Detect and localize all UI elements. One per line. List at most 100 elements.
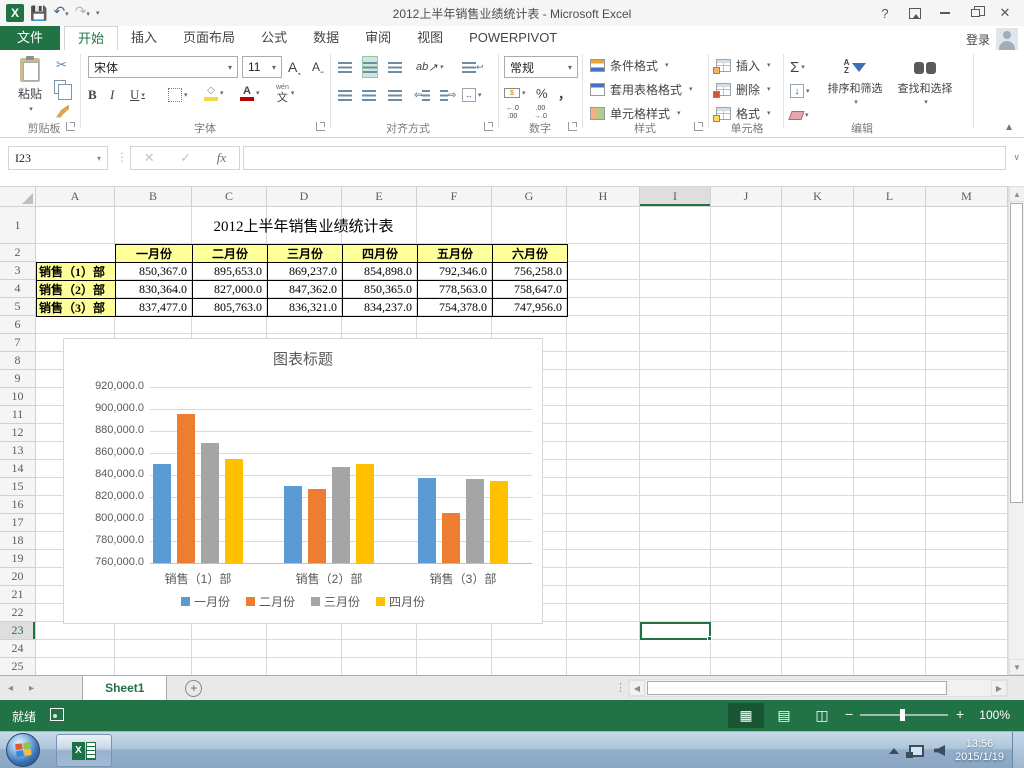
table-cell[interactable]: 756,258.0 [492, 262, 568, 281]
user-avatar[interactable] [996, 28, 1018, 50]
tab-scrollbar-splitter[interactable]: ⋮ [615, 681, 626, 694]
table-cell[interactable]: 847,362.0 [267, 280, 343, 299]
row-header-21[interactable]: 21 [0, 586, 36, 604]
table-cell[interactable]: 758,647.0 [492, 280, 568, 299]
insert-function-icon[interactable]: fx [217, 150, 226, 166]
phonetic-guide-button[interactable]: wén 文 ▾ [276, 82, 294, 104]
increase-font-size-button[interactable]: Aˎ [288, 56, 302, 78]
taskbar-clock[interactable]: 13:56 2015/1/19 [955, 738, 1008, 764]
underline-button[interactable]: U ▾ [130, 84, 145, 106]
hidden-icons-icon[interactable] [889, 747, 900, 754]
ribbon-tab-开始[interactable]: 开始 [64, 26, 119, 50]
number-format-combo[interactable]: 常规 ▾ [504, 56, 578, 78]
font-color-button[interactable]: A ▾ [240, 82, 260, 104]
selected-cell[interactable] [640, 622, 712, 641]
row-header-7[interactable]: 7 [0, 334, 36, 352]
fill-color-button[interactable]: ◇ ▾ [204, 82, 224, 104]
merge-center-button[interactable]: ↔ ▾ [462, 84, 482, 106]
table-cell[interactable]: 837,477.0 [115, 298, 193, 317]
editing-button-1[interactable]: 查找和选择 ▾ [892, 54, 958, 124]
page-break-view-button[interactable]: ◫ [804, 703, 840, 728]
align-right-button[interactable] [388, 84, 402, 106]
cancel-entry-icon[interactable]: ✕ [144, 150, 155, 166]
italic-button[interactable]: I [110, 84, 114, 106]
zoom-slider-thumb[interactable] [900, 709, 905, 721]
macro-record-icon[interactable] [50, 708, 64, 721]
comma-style-button[interactable]: ， [558, 82, 571, 104]
row-header-6[interactable]: 6 [0, 316, 36, 334]
month-header-2[interactable]: 二月份 [192, 244, 268, 263]
orientation-button[interactable]: ab ↗ ▾ [416, 56, 443, 78]
bold-button[interactable]: B [88, 84, 97, 106]
column-header-A[interactable]: A [36, 187, 115, 207]
name-box[interactable]: I23 ▾ [8, 146, 108, 170]
scroll-right-icon[interactable]: ▶ [991, 680, 1007, 696]
minimize-button[interactable] [932, 3, 958, 23]
zoom-out-icon[interactable]: − [845, 706, 853, 722]
vertical-scrollbar[interactable]: ▲ ▼ [1008, 186, 1024, 675]
month-header-5[interactable]: 五月份 [417, 244, 493, 263]
normal-view-button[interactable]: ▦ [728, 703, 764, 728]
row-header-10[interactable]: 10 [0, 388, 36, 406]
wrap-text-button[interactable]: ↩ [462, 56, 484, 78]
column-header-M[interactable]: M [926, 187, 1008, 207]
table-cell[interactable]: 754,378.0 [417, 298, 493, 317]
sheet-tab-sheet1[interactable]: Sheet1 [82, 676, 168, 700]
row-header-17[interactable]: 17 [0, 514, 36, 532]
ribbon-tab-数据[interactable]: 数据 [300, 26, 352, 50]
table-cell[interactable]: 854,898.0 [342, 262, 418, 281]
table-cell[interactable]: 850,365.0 [342, 280, 418, 299]
horizontal-scroll-thumb[interactable] [647, 681, 947, 695]
month-header-3[interactable]: 三月份 [267, 244, 343, 263]
month-header-6[interactable]: 六月份 [492, 244, 568, 263]
column-header-K[interactable]: K [782, 187, 854, 207]
paste-button[interactable]: 粘贴 ▾ [6, 54, 54, 128]
embedded-chart[interactable]: 图表标题 920,000.0 900,000.0 880,000.0 860,000.0… [63, 338, 543, 624]
row-header-11[interactable]: 11 [0, 406, 36, 424]
taskbar-excel-button[interactable]: X [56, 734, 112, 767]
column-header-D[interactable]: D [267, 187, 342, 207]
font-size-combo[interactable]: 11 ▾ [242, 56, 282, 78]
clear-button[interactable]: ▾ [788, 104, 809, 126]
top-align-button[interactable] [338, 56, 352, 78]
scroll-up-icon[interactable]: ▲ [1009, 186, 1024, 202]
ribbon-tab-页面布局[interactable]: 页面布局 [170, 26, 248, 50]
row-header-18[interactable]: 18 [0, 532, 36, 550]
zoom-slider[interactable] [860, 709, 948, 721]
table-cell[interactable]: 830,364.0 [115, 280, 193, 299]
row-label-3[interactable]: 销售（3）部 [36, 298, 116, 317]
decrease-font-size-button[interactable]: Aˍ [312, 56, 324, 78]
vertical-scroll-thumb[interactable] [1010, 203, 1023, 503]
ribbon-display-options-button[interactable] [902, 3, 928, 23]
row-header-8[interactable]: 8 [0, 352, 36, 370]
ribbon-tab-file[interactable]: 文件 [0, 26, 61, 50]
row-header-3[interactable]: 3 [0, 262, 36, 280]
font-name-combo[interactable]: 宋体 ▾ [88, 56, 238, 78]
table-cell[interactable]: 895,653.0 [192, 262, 268, 281]
table-cell[interactable]: 792,346.0 [417, 262, 493, 281]
ribbon-tab-公式[interactable]: 公式 [248, 26, 300, 50]
ribbon-tab-审阅[interactable]: 审阅 [352, 26, 404, 50]
month-header-1[interactable]: 一月份 [115, 244, 193, 263]
row-header-9[interactable]: 9 [0, 370, 36, 388]
show-desktop-button[interactable] [1012, 732, 1024, 768]
cells-button-0[interactable]: 插入 ▾ [713, 54, 771, 76]
expand-formula-bar-icon[interactable]: ∨ [1013, 152, 1020, 163]
data-table[interactable]: 一月份 二月份 三月份 四月份 五月份 六月份 销售（1）部 850,367.0 895,653… [36, 244, 568, 317]
cells-button-1[interactable]: 删除 ▾ [713, 78, 771, 100]
scroll-down-icon[interactable]: ▼ [1009, 659, 1024, 675]
row-label-2[interactable]: 销售（2）部 [36, 280, 116, 299]
row-header-13[interactable]: 13 [0, 442, 36, 460]
zoom-level[interactable]: 100% [979, 708, 1010, 722]
column-header-L[interactable]: L [854, 187, 926, 207]
row-header-22[interactable]: 22 [0, 604, 36, 622]
column-header-F[interactable]: F [417, 187, 492, 207]
styles-button-0[interactable]: 条件格式 ▾ [590, 54, 669, 76]
formula-input[interactable] [243, 146, 1006, 170]
column-header-H[interactable]: H [567, 187, 640, 207]
decrease-indent-button[interactable]: ⇦ [414, 84, 431, 106]
ribbon-tab-视图[interactable]: 视图 [404, 26, 456, 50]
row-header-2[interactable]: 2 [0, 244, 36, 262]
accounting-format-button[interactable]: $ ▾ [504, 82, 526, 104]
borders-button[interactable]: ▾ [168, 84, 188, 106]
